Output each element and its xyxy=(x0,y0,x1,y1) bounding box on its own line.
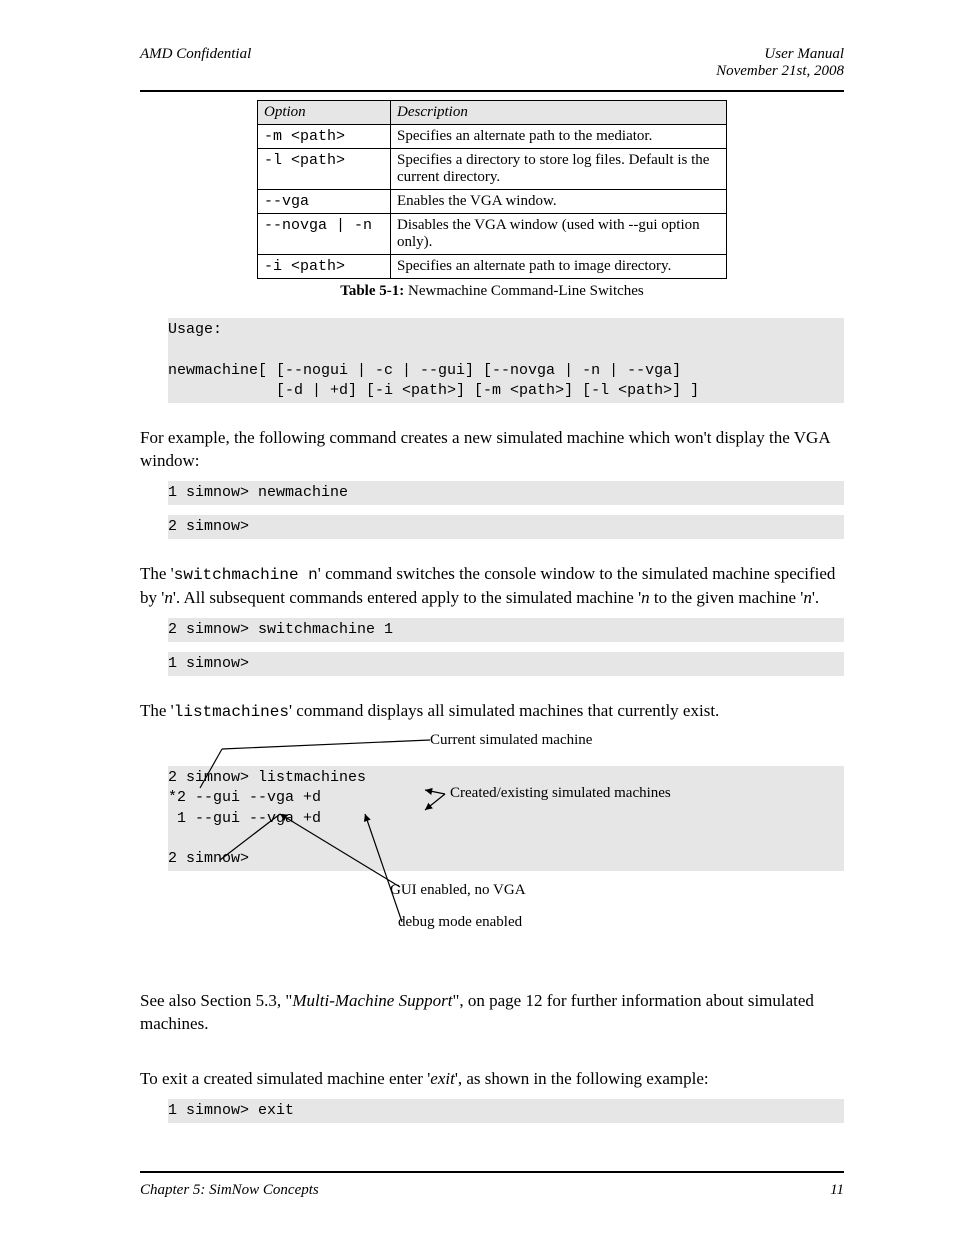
listmachines-diagram: 2 simnow> listmachines *2 --gui --vga +d… xyxy=(140,732,844,982)
label-created-machines: Created/existing simulated machines xyxy=(450,785,690,802)
col-description: Description xyxy=(391,101,727,125)
header-right: User Manual November 21st, 2008 xyxy=(716,46,844,80)
desc-cell: Disables the VGA window (used with --gui… xyxy=(391,214,727,255)
inline-code: switchmachine n xyxy=(174,566,318,584)
section-link[interactable]: Multi-Machine Support xyxy=(292,991,452,1010)
header: AMD Confidential User Manual November 21… xyxy=(140,46,844,80)
opt-cell: -i <path> xyxy=(258,255,391,279)
opt-cell: -m <path> xyxy=(258,125,391,149)
label-gui-novga: GUI enabled, no VGA xyxy=(390,882,526,899)
opt-cell: --novga | -n xyxy=(258,214,391,255)
options-table: Option Description -m <path> Specifies a… xyxy=(257,100,727,279)
caption-text: Newmachine Command-Line Switches xyxy=(404,283,644,299)
table-row: --novga | -n Disables the VGA window (us… xyxy=(258,214,727,255)
exit-code: 1 simnow> exit xyxy=(168,1099,844,1123)
desc-cell: Specifies a directory to store log files… xyxy=(391,149,727,190)
paragraph-exit: To exit a created simulated machine ente… xyxy=(140,1068,844,1091)
desc-cell: Enables the VGA window. xyxy=(391,190,727,214)
col-option: Option xyxy=(258,101,391,125)
usage-code: Usage: newmachine[ [--nogui | -c | --gui… xyxy=(168,318,844,403)
label-debug-mode: debug mode enabled xyxy=(398,914,522,931)
table-header-row: Option Description xyxy=(258,101,727,125)
caption-number: Table 5-1: xyxy=(340,283,404,299)
opt-cell: --vga xyxy=(258,190,391,214)
header-rule xyxy=(140,90,844,92)
see-also: See also Section 5.3, "Multi-Machine Sup… xyxy=(140,990,844,1036)
newmachine-code-l1: 1 simnow> newmachine xyxy=(168,481,844,505)
table-row: -i <path> Specifies an alternate path to… xyxy=(258,255,727,279)
newmachine-code-l2: 2 simnow> xyxy=(168,515,844,539)
paragraph: For example, the following command creat… xyxy=(140,427,844,473)
switch-code-l1: 2 simnow> switchmachine 1 xyxy=(168,618,844,642)
inline-italic: exit xyxy=(430,1069,455,1088)
desc-cell: Specifies an alternate path to the media… xyxy=(391,125,727,149)
listmachines-code: 2 simnow> listmachines *2 --gui --vga +d… xyxy=(168,766,844,871)
opt-cell: -l <path> xyxy=(258,149,391,190)
footer-right: 11 xyxy=(830,1182,844,1199)
footer-rule xyxy=(140,1171,844,1173)
table-row: -m <path> Specifies an alternate path to… xyxy=(258,125,727,149)
label-current-machine: Current simulated machine xyxy=(430,732,592,749)
footer: Chapter 5: SimNow Concepts 11 xyxy=(140,1182,844,1199)
page-content: Option Description -m <path> Specifies a… xyxy=(140,100,844,1165)
header-left: AMD Confidential xyxy=(140,46,251,80)
inline-code: listmachines xyxy=(174,703,289,721)
table-row: -l <path> Specifies a directory to store… xyxy=(258,149,727,190)
table-caption: Table 5-1: Newmachine Command-Line Switc… xyxy=(140,283,844,300)
paragraph-switchmachine: The 'switchmachine n' command switches t… xyxy=(140,563,844,610)
table-row: --vga Enables the VGA window. xyxy=(258,190,727,214)
footer-left: Chapter 5: SimNow Concepts xyxy=(140,1182,319,1199)
desc-cell: Specifies an alternate path to image dir… xyxy=(391,255,727,279)
switch-code-l2: 1 simnow> xyxy=(168,652,844,676)
paragraph-listmachines: The 'listmachines' command displays all … xyxy=(140,700,844,724)
